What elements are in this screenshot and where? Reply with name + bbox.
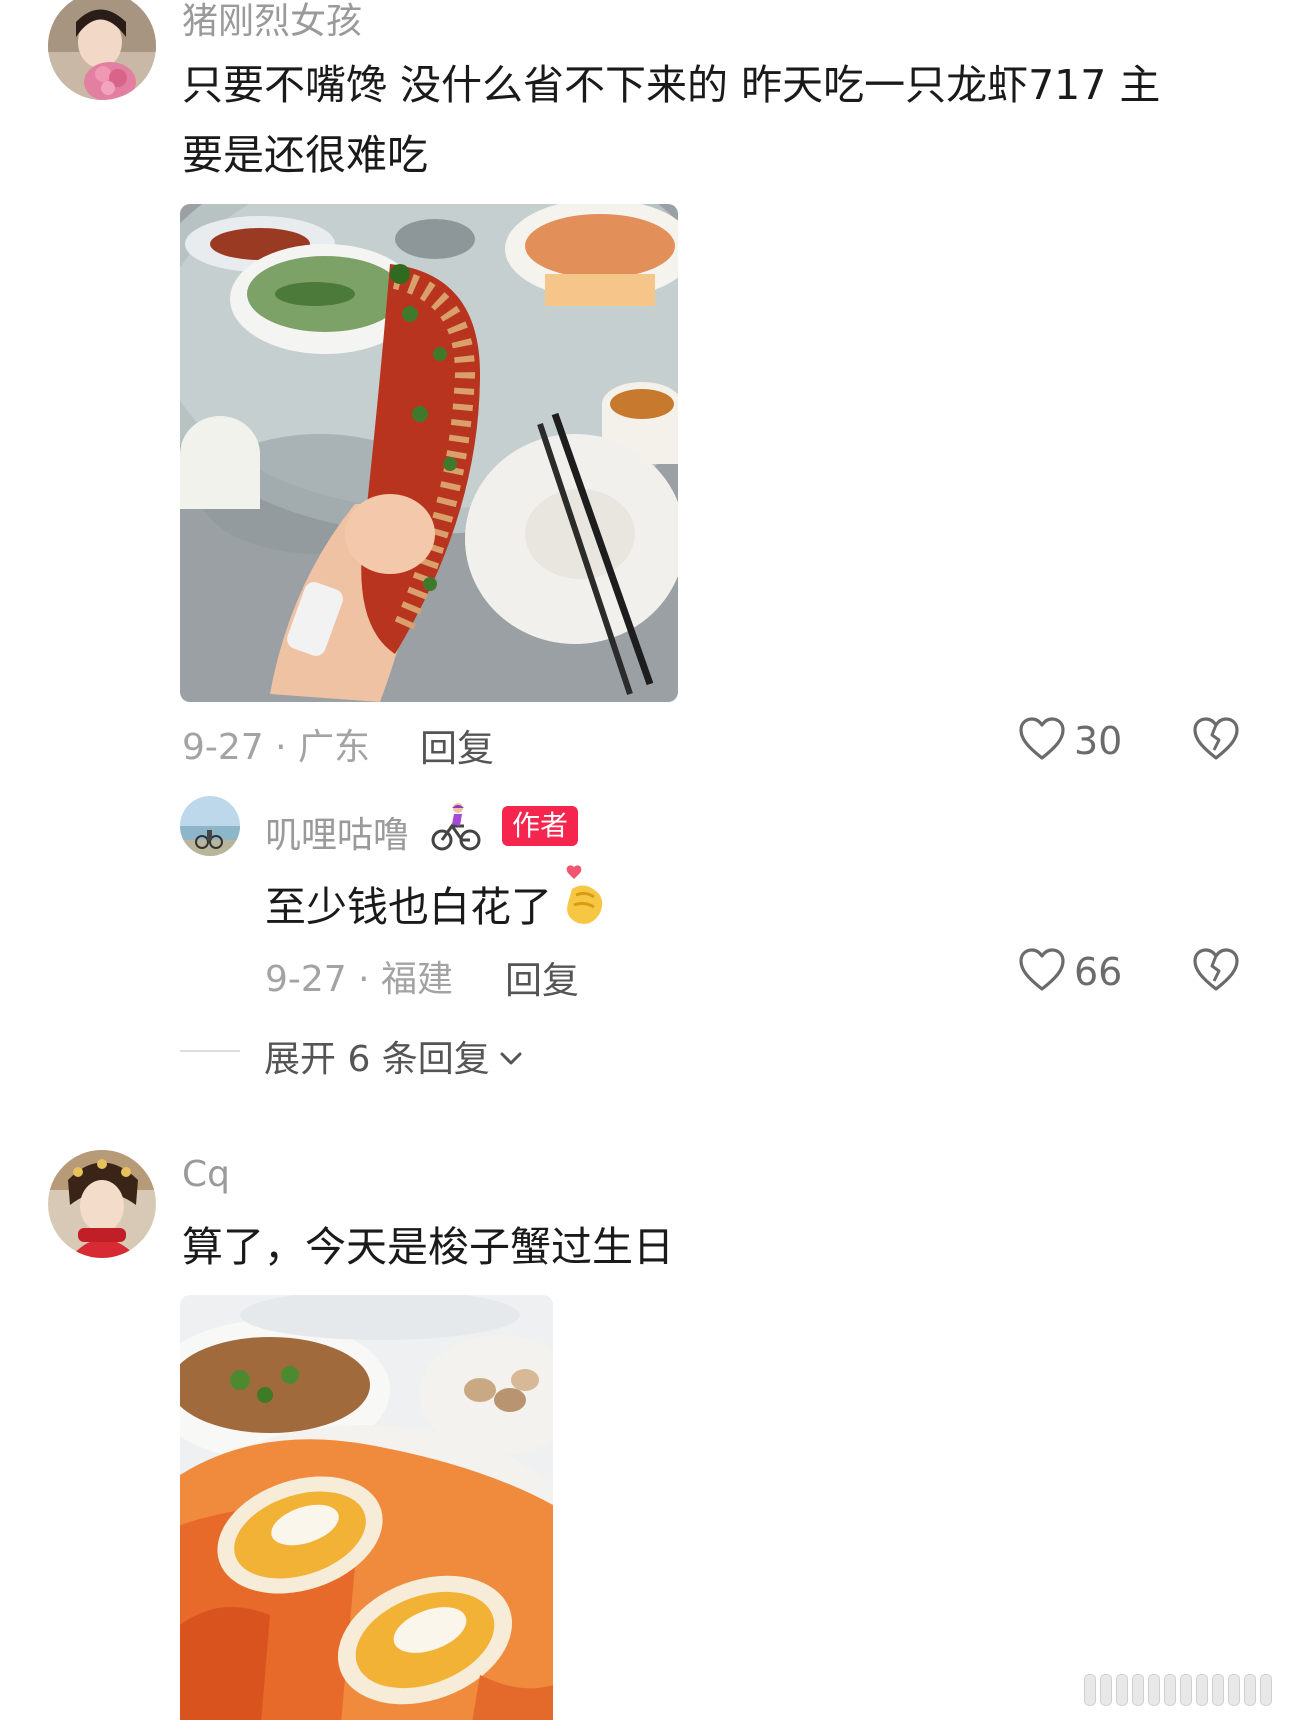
reply-text: 至少钱也白花了 <box>265 865 965 948</box>
reply-to-reply-button[interactable]: 回复 <box>505 950 579 1004</box>
finger-heart-emoji-icon <box>562 865 608 948</box>
expand-replies-label: 展开 6 条回复 <box>264 1039 490 1080</box>
comment-username[interactable]: 猪刚烈女孩 <box>182 0 362 44</box>
heart-outline-icon <box>1018 716 1066 766</box>
comment-text-line: 要是还很难吃 <box>182 131 428 179</box>
comment-text: 只要不嘴馋 没什么省不下来的 昨天吃一只龙虾717 主 要是还很难吃 <box>182 50 1252 190</box>
cyclist-emoji-icon <box>430 800 482 856</box>
reply-meta: 9-27 · 福建 <box>265 959 454 1000</box>
comment-meta: 9-27 · 广东 <box>182 727 371 768</box>
expand-replies-button[interactable]: 展开 6 条回复 <box>264 1030 524 1082</box>
author-badge: 作者 <box>502 806 579 846</box>
dislike-button[interactable] <box>1192 716 1240 766</box>
like-button[interactable]: 30 <box>1018 716 1122 766</box>
comment-photo-lobster[interactable] <box>180 204 678 702</box>
chevron-down-icon <box>498 1036 524 1077</box>
reply-like-count: 66 <box>1074 950 1123 994</box>
reply-username[interactable]: 叽哩咕噜 <box>265 806 409 858</box>
expand-divider <box>180 1050 240 1052</box>
like-count: 30 <box>1074 719 1123 763</box>
reply-like-button[interactable]: 66 <box>1018 947 1122 997</box>
user-avatar[interactable] <box>48 0 156 100</box>
user-avatar[interactable] <box>48 1150 156 1258</box>
broken-heart-icon <box>1192 948 1240 997</box>
comment-photo-crab[interactable] <box>180 1295 553 1720</box>
broken-heart-icon <box>1192 717 1240 766</box>
reply-button[interactable]: 回复 <box>420 718 494 772</box>
heart-outline-icon <box>1018 947 1066 997</box>
reply-dislike-button[interactable] <box>1192 947 1240 997</box>
comment-feed: 猪刚烈女孩 只要不嘴馋 没什么省不下来的 昨天吃一只龙虾717 主 要是还很难吃 <box>0 0 1290 1720</box>
watermark <box>1084 1674 1272 1706</box>
reply-text-content: 至少钱也白花了 <box>265 882 552 931</box>
comment-username[interactable]: Cq <box>182 1154 230 1195</box>
comment-text-line: 只要不嘴馋 没什么省不下来的 昨天吃一只龙虾717 主 <box>182 61 1161 109</box>
comment-text: 算了，今天是梭子蟹过生日 <box>182 1223 674 1271</box>
reply-user-avatar[interactable] <box>180 796 240 856</box>
